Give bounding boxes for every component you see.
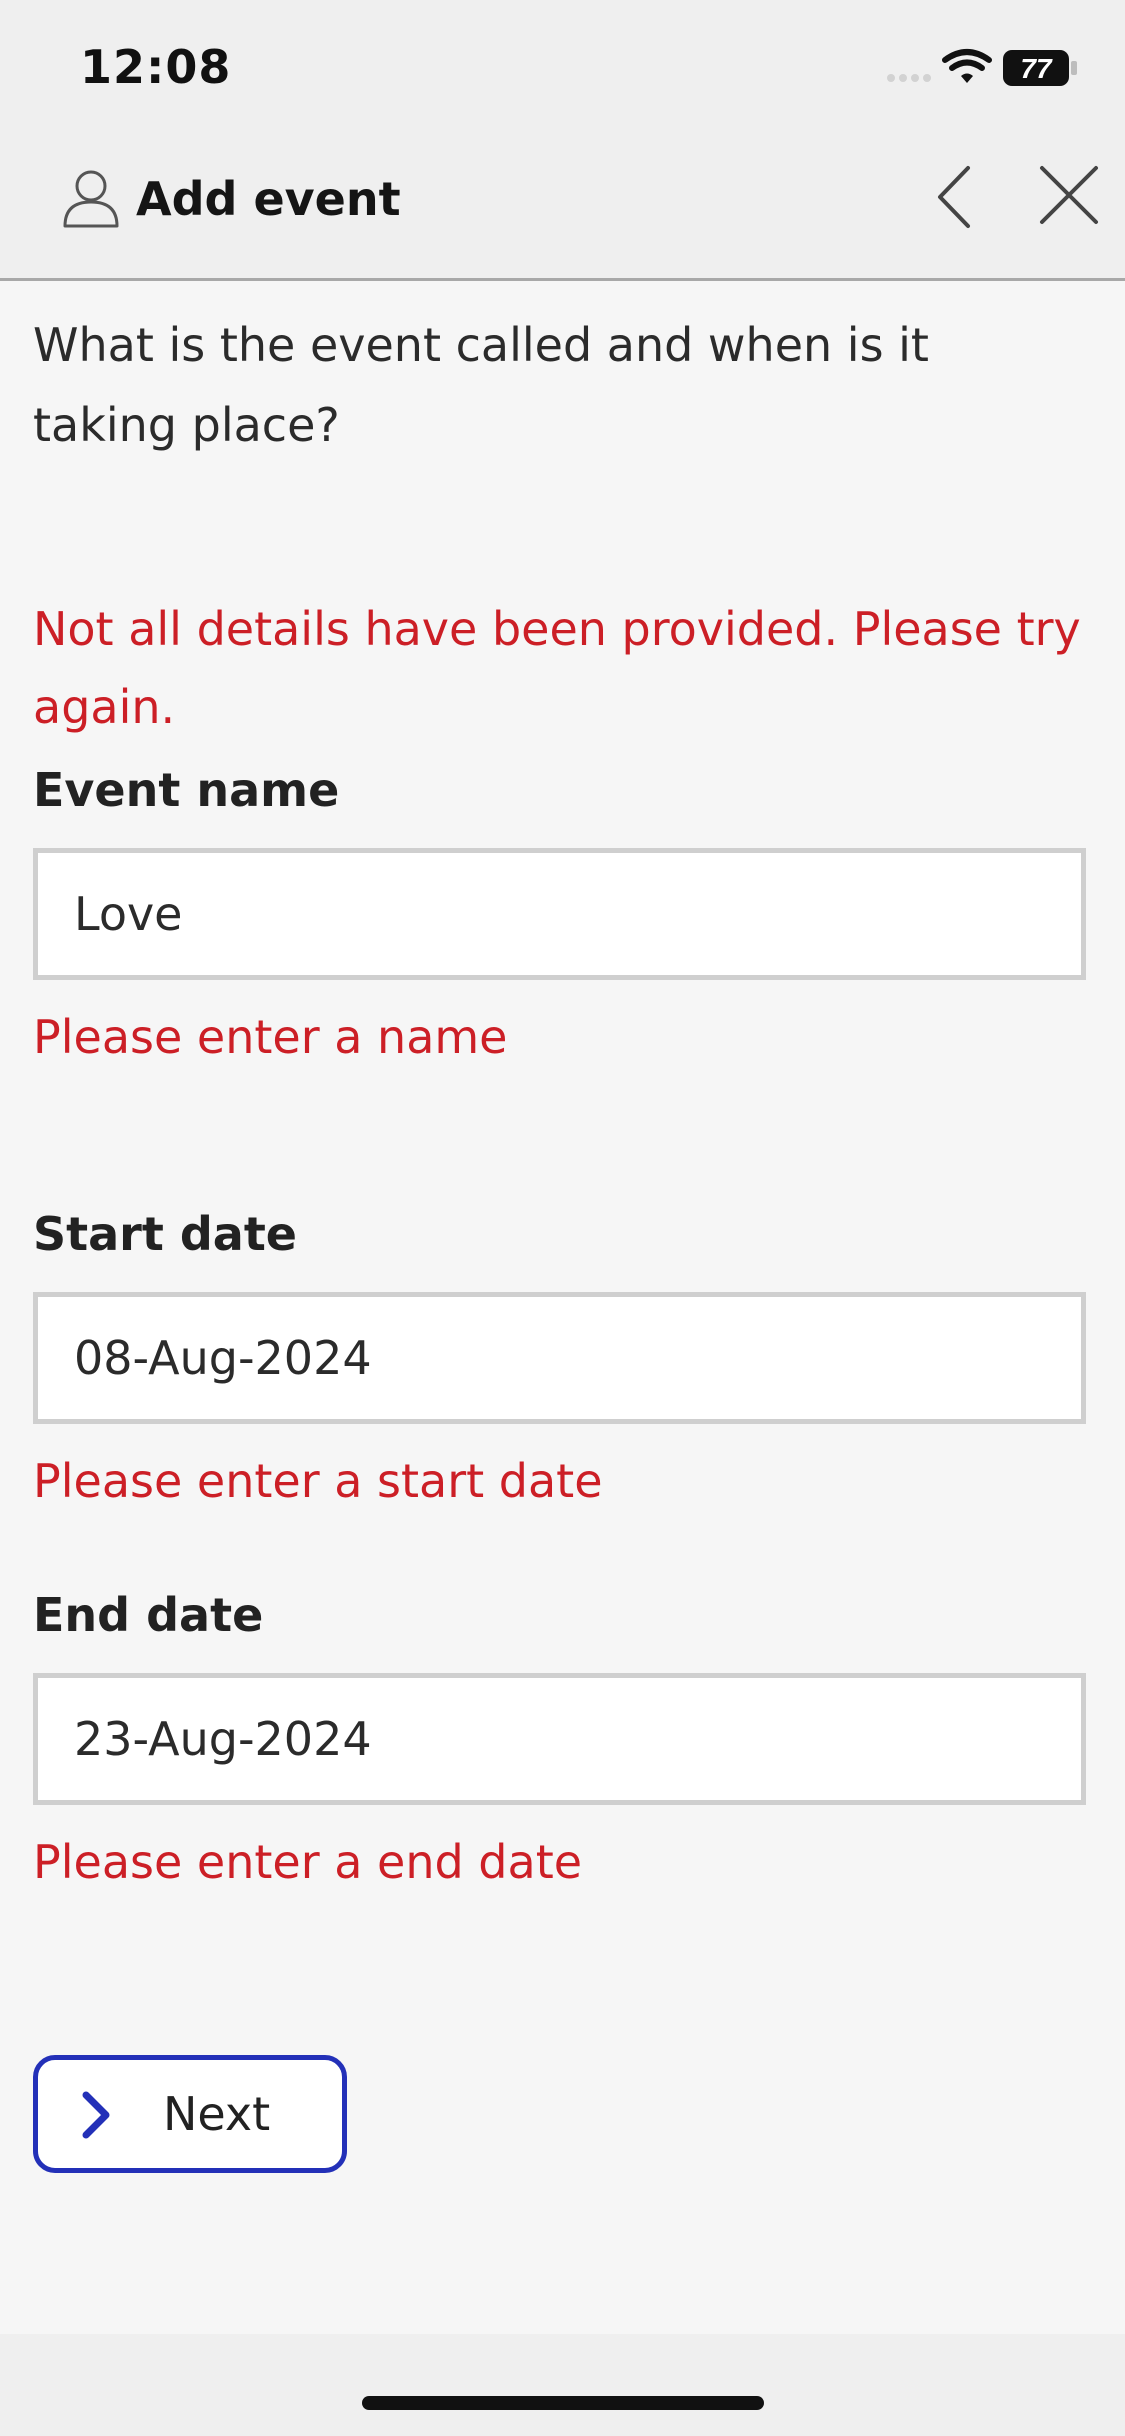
event-name-error: Please enter a name <box>33 1010 508 1064</box>
end-date-error: Please enter a end date <box>33 1835 583 1889</box>
chevron-right-icon <box>82 2091 110 2139</box>
next-button[interactable]: Next <box>33 2055 347 2173</box>
event-name-input[interactable] <box>33 848 1086 980</box>
event-name-label: Event name <box>33 763 340 817</box>
battery-icon: 77 <box>1003 50 1077 86</box>
start-date-error: Please enter a start date <box>33 1454 603 1508</box>
next-button-label: Next <box>163 2087 271 2141</box>
start-date-input[interactable] <box>33 1292 1086 1424</box>
end-date-input[interactable] <box>33 1673 1086 1805</box>
battery-level: 77 <box>1020 53 1053 84</box>
person-icon <box>63 170 119 228</box>
end-date-label: End date <box>33 1588 264 1642</box>
header: Add event <box>0 140 1125 281</box>
close-icon[interactable] <box>1038 164 1100 226</box>
back-chevron-icon[interactable] <box>930 162 980 232</box>
home-indicator[interactable] <box>362 2396 764 2410</box>
status-icons: 77 <box>887 49 1077 86</box>
page-title: Add event <box>136 172 401 226</box>
wifi-icon <box>942 49 992 83</box>
status-time: 12:08 <box>80 40 232 94</box>
bottom-bar <box>0 2334 1125 2436</box>
status-bar: 12:08 77 <box>0 0 1125 140</box>
question-text: What is the event called and when is it … <box>33 318 929 452</box>
form-error-message: Not all details have been provided. Plea… <box>33 602 1081 734</box>
signal-icon <box>887 74 931 82</box>
start-date-label: Start date <box>33 1207 298 1261</box>
